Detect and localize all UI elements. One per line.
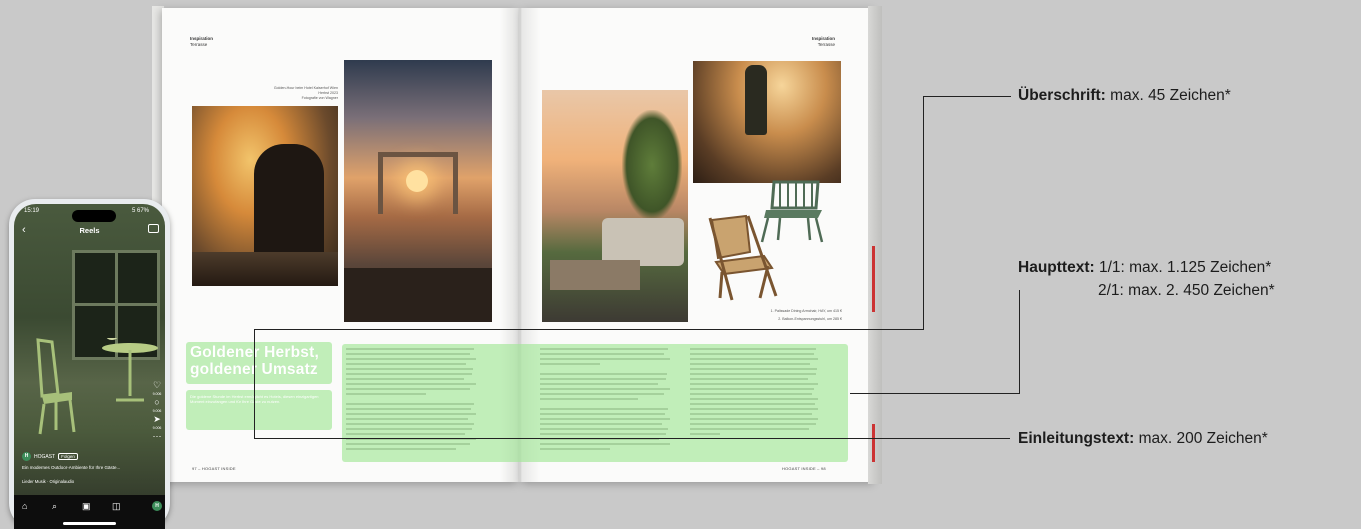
follow-button[interactable]: Folgen [58,453,78,460]
left-page-footer: 97 – HOGAST INSIDE [192,466,236,471]
reel-caption[interactable]: Ein modernes Outdoor-Ambiente für Ihre G… [22,465,120,470]
bracket-left-line [254,329,256,439]
account-avatar[interactable]: H [22,452,31,461]
account-row[interactable]: H HOGAST Folgen [22,452,78,461]
reels-icon[interactable]: ▣ [82,501,91,512]
smartphone: 15:19 5 67% ‹ Reels ♡ 9.006 ○ 9.006 ➤ 9.006… [9,199,170,529]
search-icon[interactable]: ⌕ [52,501,57,512]
body-column-2 [540,348,672,456]
status-battery: 5 67% [132,208,150,214]
like-icon[interactable]: ♡ 9.006 [150,380,164,397]
bottom-nav: ⌂ ⌕ ▣ ◫ H [14,495,165,529]
magazine-spread: Inspiration Terrasse Golden-Hour beim Hot… [152,6,882,486]
account-name[interactable]: HOGAST [34,454,55,460]
body-column-3 [690,348,820,448]
headline: Goldener Herbst, goldener Umsatz [190,344,319,378]
home-indicator [63,522,116,525]
body-pointer-line [850,393,1020,395]
photo-pavilion [344,60,492,322]
comment-icon[interactable]: ○ 9.006 [150,397,164,414]
page-stack-edge [868,6,882,484]
home-icon[interactable]: ⌂ [22,501,27,511]
body-column-1 [346,348,478,456]
reels-screen: 15:19 5 67% ‹ Reels ♡ 9.006 ○ 9.006 ➤ 9.006… [14,204,165,529]
audio-label[interactable]: Lieder Musik · Originalaudio [22,479,74,484]
left-photo-caption: Golden-Hour beim Hotel Kaiserhof Wien He… [273,86,338,100]
right-page-footer: HOGAST INSIDE – 98 [782,466,826,471]
intro-pointer-line [254,438,1010,440]
profile-avatar-icon[interactable]: H [152,501,162,511]
right-section-label: Inspiration Terrasse [812,36,836,47]
phone-notch [72,210,116,222]
body-vertical-line [1019,290,1021,394]
headline-vertical-line [923,96,925,330]
phone-table-image [102,338,158,402]
intro-annotation: Einleitungstext: max. 200 Zeichen* [1018,430,1268,447]
reels-title: Reels [79,226,100,235]
photo-bartender [192,106,338,286]
side-actions: ♡ 9.006 ○ 9.006 ➤ 9.006 ⋯ [150,380,164,442]
headline-pointer-line [254,329,924,331]
phone-chair-image [36,338,76,435]
status-time: 15:19 [24,208,40,214]
shop-icon[interactable]: ◫ [112,501,121,512]
share-icon[interactable]: ➤ 9.006 [150,414,164,431]
more-icon[interactable]: ⋯ [150,431,164,442]
product-caption-1: 1. Palissade Dining Armchair, HAY, um 41… [770,309,842,313]
headline-horizontal-line [923,96,1011,98]
product-caption-2: 2. Balkon-Entspannungsstuhl, um 285 € [778,317,842,321]
camera-icon[interactable] [148,224,159,233]
body-annotation: Haupttext: 1/1: max. 1.125 Zeichen* [1018,259,1272,276]
headline-annotation: Überschrift: max. 45 Zeichen* [1018,87,1231,104]
left-section-label: Inspiration Terrasse [190,36,214,47]
rattan-chair-image [708,214,778,301]
photo-toast [693,61,841,183]
intro-text: Die goldene Stunde im Herbst ermöglicht … [190,394,319,405]
photo-balcony [542,90,688,322]
body-annotation-line2: 2/1: max. 2. 450 Zeichen* [1098,282,1275,299]
